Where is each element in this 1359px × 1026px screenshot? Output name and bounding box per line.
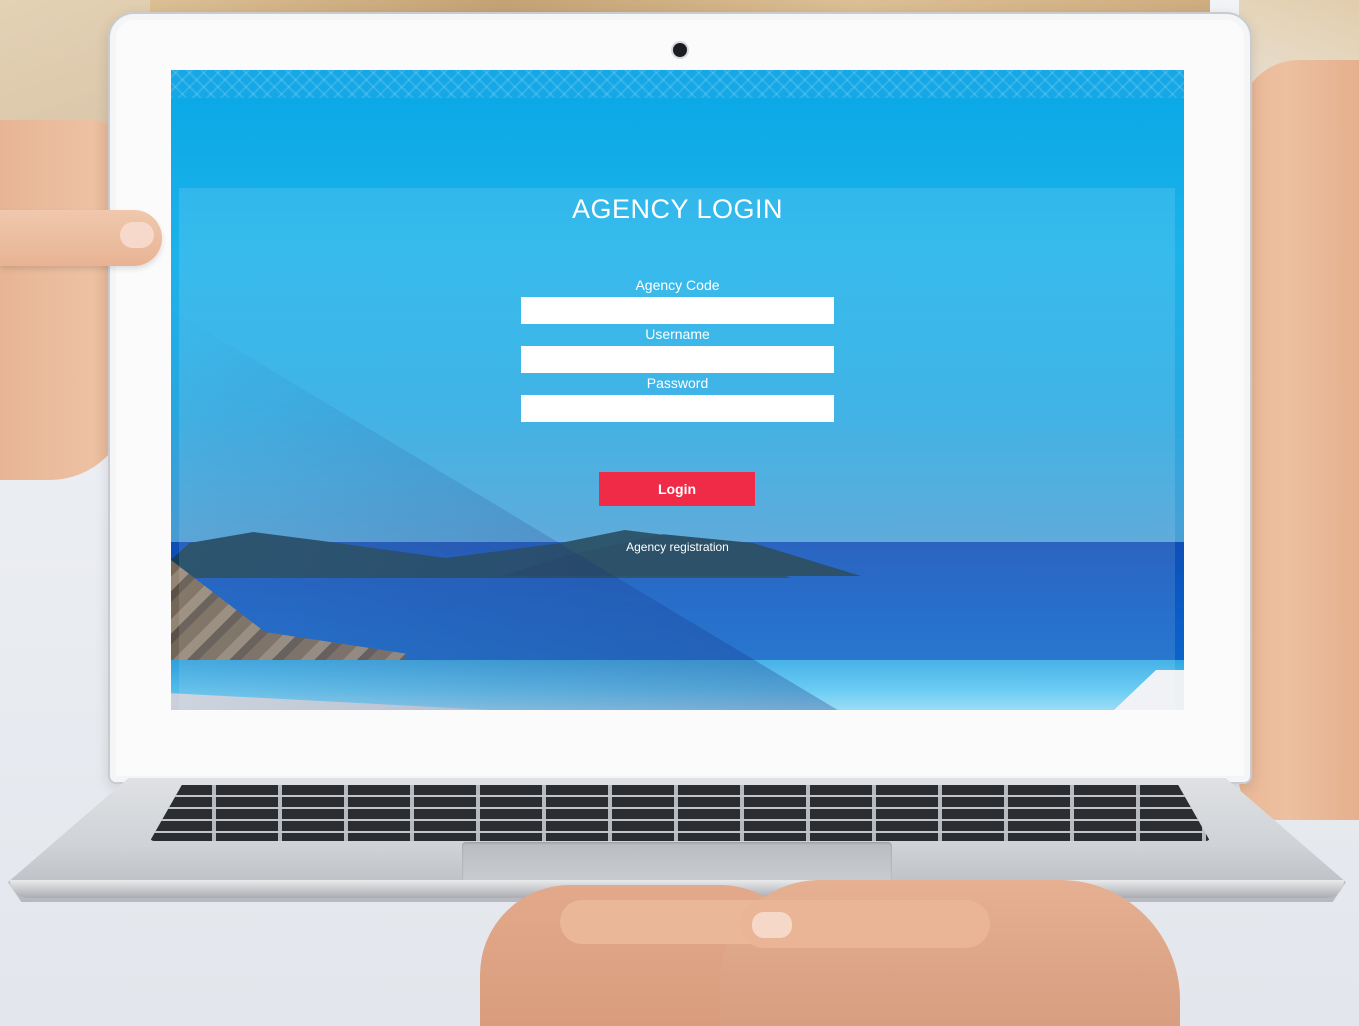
trackpad xyxy=(462,842,892,882)
pointing-finger xyxy=(0,210,162,266)
login-button[interactable]: Login xyxy=(599,472,755,506)
username-field[interactable] xyxy=(521,346,834,373)
header-pattern-strip xyxy=(171,70,1184,98)
password-label: Password xyxy=(646,375,709,391)
agency-code-label: Agency Code xyxy=(635,277,720,293)
webcam-icon xyxy=(673,43,687,57)
password-field[interactable] xyxy=(521,395,834,422)
username-label: Username xyxy=(645,326,710,342)
agency-code-field[interactable] xyxy=(521,297,834,324)
right-thumb xyxy=(740,900,990,948)
laptop-screen: AGENCY LOGIN Agency Code Username Passwo… xyxy=(171,70,1184,710)
right-arm xyxy=(1239,60,1359,820)
keyboard xyxy=(150,785,1210,841)
agency-registration-link[interactable]: Agency registration xyxy=(171,540,1184,554)
page-title: AGENCY LOGIN xyxy=(571,194,784,224)
